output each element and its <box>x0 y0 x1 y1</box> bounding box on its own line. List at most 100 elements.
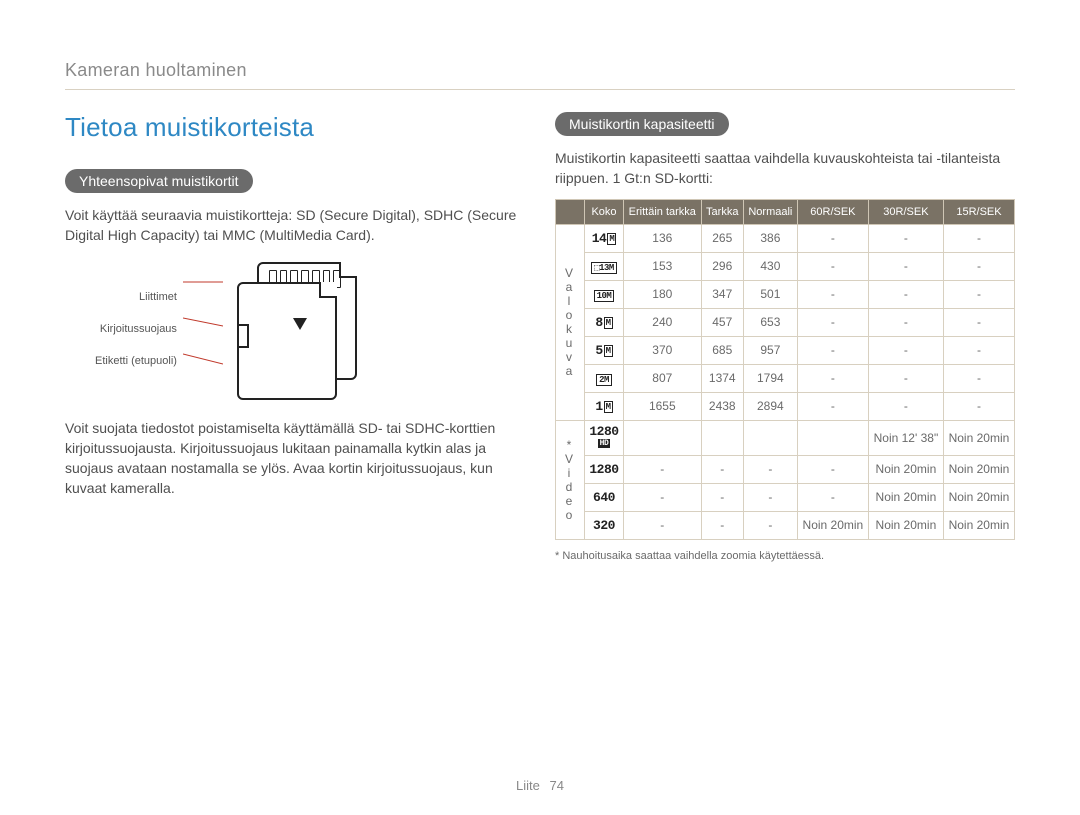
table-cell: 386 <box>743 224 797 252</box>
table-cell: - <box>868 364 943 392</box>
size-icon: 2M <box>585 364 624 392</box>
table-cell: - <box>868 252 943 280</box>
table-cell: Noin 20min <box>943 455 1014 483</box>
page-title: Tietoa muistikorteista <box>65 112 525 143</box>
table-cell: - <box>943 224 1014 252</box>
table-cell: 685 <box>701 336 743 364</box>
size-icon: 320 <box>585 511 624 539</box>
sd-card-diagram: Liittimet Kirjoitussuojaus Etiketti (etu… <box>95 260 525 400</box>
table-cell: 430 <box>743 252 797 280</box>
table-cell: Noin 20min <box>943 483 1014 511</box>
label-contacts: Liittimet <box>95 282 177 314</box>
size-icon: 5M <box>585 336 624 364</box>
page-footer: Liite 74 <box>0 778 1080 793</box>
table-cell: - <box>797 483 868 511</box>
table-cell: - <box>623 483 701 511</box>
table-row: Valokuva14M136265386--- <box>556 224 1015 252</box>
divider <box>65 89 1015 90</box>
footer-page: 74 <box>550 778 564 793</box>
table-cell: Noin 20min <box>868 483 943 511</box>
pill-capacity: Muistikortin kapasiteetti <box>555 112 729 136</box>
table-cell: - <box>797 280 868 308</box>
th-60fps: 60R/SEK <box>797 199 868 224</box>
sd-card-front-icon <box>237 282 337 400</box>
left-column: Tietoa muistikorteista Yhteensopivat mui… <box>65 112 525 562</box>
size-icon: ⬚13M <box>585 252 624 280</box>
table-cell: 457 <box>701 308 743 336</box>
table-cell: - <box>797 455 868 483</box>
table-cell: - <box>943 252 1014 280</box>
th-size: Koko <box>585 199 624 224</box>
size-icon: 1280HD <box>585 420 624 455</box>
table-row: 320---Noin 20minNoin 20minNoin 20min <box>556 511 1015 539</box>
table-cell: - <box>701 455 743 483</box>
table-row: *Video1280HDNoin 12' 38"Noin 20min <box>556 420 1015 455</box>
table-cell: - <box>943 336 1014 364</box>
table-row: 640----Noin 20minNoin 20min <box>556 483 1015 511</box>
footnote: * Nauhoitusaika saattaa vaihdella zoomia… <box>555 550 1015 562</box>
capacity-table: Koko Erittäin tarkka Tarkka Normaali 60R… <box>555 199 1015 540</box>
table-cell: - <box>623 455 701 483</box>
table-cell: 347 <box>701 280 743 308</box>
table-cell: 370 <box>623 336 701 364</box>
table-cell: - <box>701 511 743 539</box>
label-write-protect: Kirjoitussuojaus <box>95 314 177 346</box>
table-cell: - <box>743 455 797 483</box>
table-cell: - <box>797 336 868 364</box>
table-cell: 296 <box>701 252 743 280</box>
table-cell: - <box>943 364 1014 392</box>
table-cell: - <box>797 392 868 420</box>
table-cell: 180 <box>623 280 701 308</box>
table-cell: 153 <box>623 252 701 280</box>
table-cell: - <box>943 392 1014 420</box>
table-cell: Noin 20min <box>868 455 943 483</box>
table-cell: - <box>943 280 1014 308</box>
table-cell: 1374 <box>701 364 743 392</box>
table-cell: 136 <box>623 224 701 252</box>
table-cell: Noin 20min <box>943 420 1014 455</box>
table-cell: - <box>868 224 943 252</box>
footer-section: Liite <box>516 778 540 793</box>
pill-compatible-cards: Yhteensopivat muistikortit <box>65 169 253 193</box>
table-cell <box>623 420 701 455</box>
table-cell: - <box>797 364 868 392</box>
leader-lines <box>183 270 223 390</box>
table-cell: - <box>868 308 943 336</box>
table-row: ⬚13M153296430--- <box>556 252 1015 280</box>
table-cell: - <box>743 511 797 539</box>
size-icon: 1M <box>585 392 624 420</box>
table-cell <box>743 420 797 455</box>
size-icon: 14M <box>585 224 624 252</box>
th-fine: Tarkka <box>701 199 743 224</box>
table-row: 2M80713741794--- <box>556 364 1015 392</box>
table-cell: 653 <box>743 308 797 336</box>
capacity-intro: Muistikortin kapasiteetti saattaa vaihde… <box>555 148 1015 189</box>
table-cell: - <box>868 336 943 364</box>
right-column: Muistikortin kapasiteetti Muistikortin k… <box>555 112 1015 562</box>
table-row: 5M370685957--- <box>556 336 1015 364</box>
table-cell: 2438 <box>701 392 743 420</box>
table-cell <box>797 420 868 455</box>
table-row: 8M240457653--- <box>556 308 1015 336</box>
table-row: 1M165524382894--- <box>556 392 1015 420</box>
table-cell: 2894 <box>743 392 797 420</box>
table-cell: - <box>701 483 743 511</box>
th-normal: Normaali <box>743 199 797 224</box>
table-cell: Noin 12' 38" <box>868 420 943 455</box>
breadcrumb: Kameran huoltaminen <box>65 60 1015 81</box>
size-icon: 8M <box>585 308 624 336</box>
table-cell <box>701 420 743 455</box>
table-cell: 807 <box>623 364 701 392</box>
label-front-label: Etiketti (etupuoli) <box>95 346 177 378</box>
size-icon: 1280 <box>585 455 624 483</box>
table-cell: - <box>797 308 868 336</box>
table-cell: - <box>797 252 868 280</box>
intro-text: Voit käyttää seuraavia muistikortteja: S… <box>65 205 525 246</box>
table-cell: 1655 <box>623 392 701 420</box>
table-cell: - <box>868 280 943 308</box>
table-cell: - <box>797 224 868 252</box>
size-icon: 640 <box>585 483 624 511</box>
category-photo: Valokuva <box>556 224 585 420</box>
th-15fps: 15R/SEK <box>943 199 1014 224</box>
table-cell: 240 <box>623 308 701 336</box>
